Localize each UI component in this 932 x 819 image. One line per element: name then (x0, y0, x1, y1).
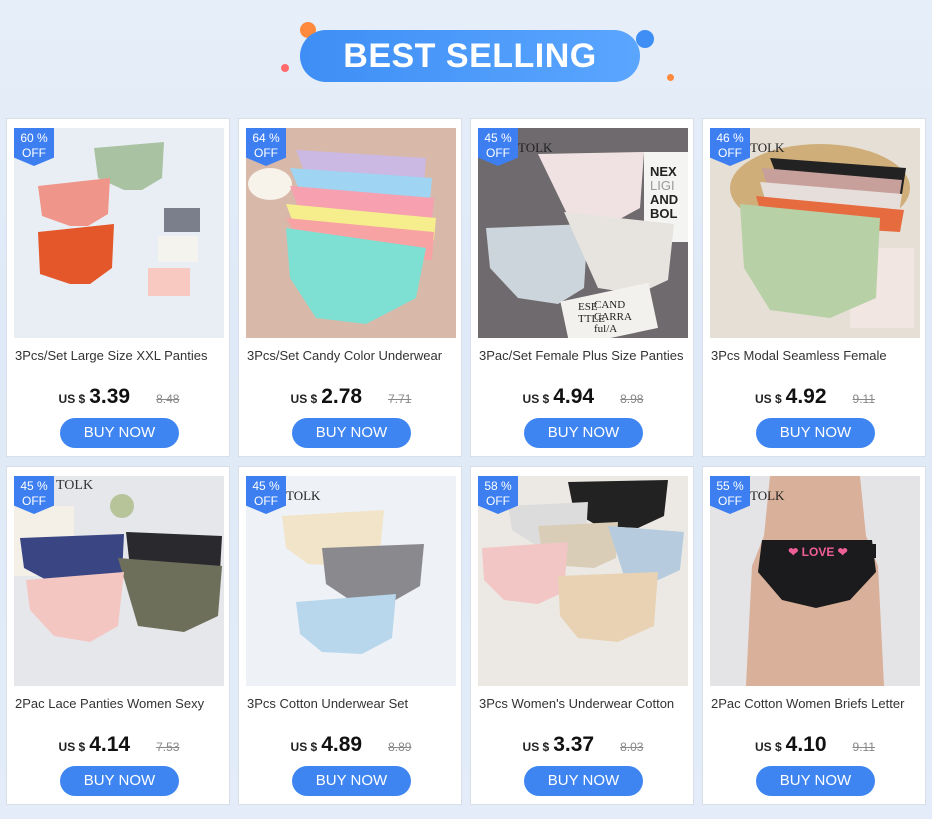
discount-percent: 55 % (716, 479, 744, 493)
currency-label: US $ (522, 392, 550, 406)
currency-label: US $ (754, 392, 782, 406)
sale-price: 4.89 (321, 733, 363, 756)
discount-off-label: OFF (22, 494, 46, 508)
buy-now-button[interactable]: BUY NOW (524, 766, 643, 796)
discount-off-label: OFF (22, 146, 46, 160)
banner-title: BEST SELLING (300, 30, 640, 82)
price-row: US $4.89 8.89 (239, 733, 463, 757)
buy-now-button[interactable]: BUY NOW (756, 766, 875, 796)
original-price: 8.48 (156, 392, 180, 406)
currency-label: US $ (290, 740, 318, 754)
currency-label: US $ (58, 392, 86, 406)
discount-percent: 64 % (252, 131, 280, 145)
product-title[interactable]: 2Pac Lace Panties Women Sexy (15, 696, 227, 711)
sign-text: BOL (650, 206, 678, 221)
discount-off-label: OFF (254, 494, 278, 508)
discount-percent: 45 % (20, 479, 48, 493)
currency-label: US $ (522, 740, 550, 754)
product-title[interactable]: 3Pcs Modal Seamless Female (711, 348, 923, 363)
note-text: ful/A (594, 323, 617, 335)
product-card[interactable]: 64 % OFF 3Pcs/Set Candy Color Underwear … (238, 118, 462, 457)
discount-percent: 45 % (484, 131, 512, 145)
product-card[interactable]: 60 % OFF 3Pcs/Set Large Size XXL Panties… (6, 118, 230, 457)
discount-off-label: OFF (254, 146, 278, 160)
brand-watermark: TOLK (56, 478, 94, 493)
product-card[interactable]: NEX LIGI AND BOL ESE TTLE CAND CARRA ful… (470, 118, 694, 457)
sign-text: NEX (650, 164, 677, 179)
product-card[interactable]: 58 % OFF 3Pcs Women's Underwear Cotton U… (470, 466, 694, 805)
original-price: 9.11 (852, 392, 876, 406)
original-price: 9.11 (852, 740, 876, 754)
red-dot-decoration (281, 64, 289, 72)
discount-off-label: OFF (718, 494, 742, 508)
love-waistband-text: ❤ LOVE ❤ (788, 545, 847, 559)
discount-off-label: OFF (718, 146, 742, 160)
brand-watermark: TOLK (286, 488, 321, 503)
sale-price: 2.78 (321, 385, 363, 408)
product-grid: 60 % OFF 3Pcs/Set Large Size XXL Panties… (6, 118, 926, 805)
product-title[interactable]: 2Pac Cotton Women Briefs Letter (711, 696, 923, 711)
original-price: 8.98 (620, 392, 644, 406)
discount-percent: 45 % (252, 479, 280, 493)
brand-watermark: TOLK (518, 140, 553, 155)
product-title[interactable]: 3Pcs Cotton Underwear Set (247, 696, 459, 711)
note-text: CAND (594, 299, 625, 311)
original-price: 8.89 (388, 740, 412, 754)
sign-text: AND (650, 192, 678, 207)
blue-dot-decoration (636, 30, 654, 48)
sign-text: LIGI (650, 178, 675, 193)
currency-label: US $ (290, 392, 318, 406)
price-row: US $4.92 9.11 (703, 385, 927, 409)
price-row: US $4.10 9.11 (703, 733, 927, 757)
currency-label: US $ (754, 740, 782, 754)
buy-now-button[interactable]: BUY NOW (292, 766, 411, 796)
buy-now-button[interactable]: BUY NOW (60, 766, 179, 796)
product-title[interactable]: 3Pcs/Set Candy Color Underwear (247, 348, 459, 363)
brand-watermark: TOLK (750, 140, 785, 155)
discount-percent: 58 % (484, 479, 512, 493)
sale-price: 3.39 (89, 385, 131, 408)
orange-dot-small-decoration (667, 74, 674, 81)
discount-off-label: OFF (486, 146, 510, 160)
sale-price: 4.92 (785, 385, 827, 408)
sale-price: 3.37 (553, 733, 595, 756)
buy-now-button[interactable]: BUY NOW (292, 418, 411, 448)
price-row: US $3.39 8.48 (7, 385, 231, 409)
product-title[interactable]: 3Pac/Set Female Plus Size Panties (479, 348, 691, 363)
price-row: US $4.94 8.98 (471, 385, 695, 409)
brand-watermark: TOLK (750, 488, 785, 503)
buy-now-button[interactable]: BUY NOW (60, 418, 179, 448)
original-price: 7.53 (156, 740, 180, 754)
product-card[interactable]: TOLK 45 % OFF 3Pcs Cotton Underwear Set … (238, 466, 462, 805)
discount-percent: 60 % (20, 131, 48, 145)
price-row: US $3.37 8.03 (471, 733, 695, 757)
price-row: US $4.14 7.53 (7, 733, 231, 757)
original-price: 7.71 (388, 392, 412, 406)
original-price: 8.03 (620, 740, 644, 754)
discount-percent: 46 % (716, 131, 744, 145)
sale-price: 4.94 (553, 385, 595, 408)
product-card[interactable]: TOLK 46 % OFF 3Pcs Modal Seamless Female… (702, 118, 926, 457)
buy-now-button[interactable]: BUY NOW (524, 418, 643, 448)
product-card[interactable]: ❤ LOVE ❤ TOLK 55 % OFF 2Pac Cotton Women… (702, 466, 926, 805)
sale-price: 4.14 (89, 733, 131, 756)
price-row: US $2.78 7.71 (239, 385, 463, 409)
product-title[interactable]: 3Pcs/Set Large Size XXL Panties (15, 348, 227, 363)
note-text: CARRA (594, 311, 632, 323)
sale-price: 4.10 (785, 733, 827, 756)
discount-off-label: OFF (486, 494, 510, 508)
product-card[interactable]: 45 % OFF TOLK 2Pac Lace Panties Women Se… (6, 466, 230, 805)
best-selling-header: BEST SELLING (0, 0, 932, 110)
buy-now-button[interactable]: BUY NOW (756, 418, 875, 448)
currency-label: US $ (58, 740, 86, 754)
product-title[interactable]: 3Pcs Women's Underwear Cotton (479, 696, 691, 711)
